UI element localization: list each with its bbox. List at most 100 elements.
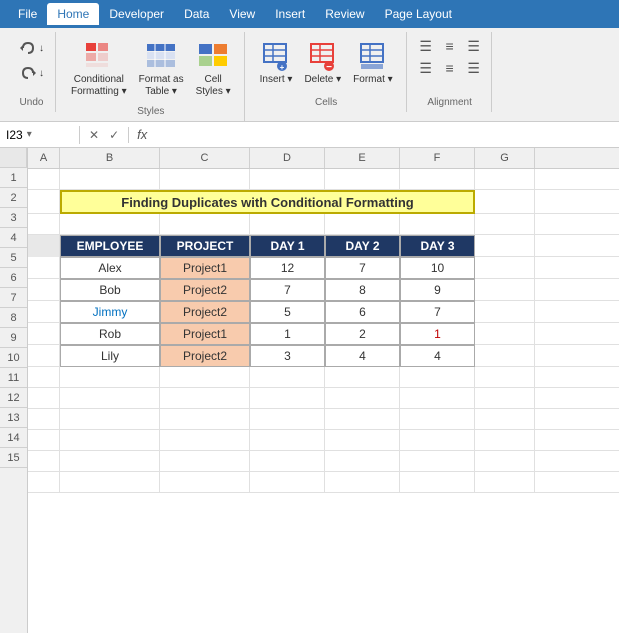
col-g[interactable]: G bbox=[475, 148, 535, 168]
cell-g15[interactable] bbox=[475, 472, 535, 492]
cell-e11[interactable] bbox=[325, 388, 400, 408]
col-e[interactable]: E bbox=[325, 148, 400, 168]
cell-project-bob[interactable]: Project2 bbox=[160, 279, 250, 301]
cell-g11[interactable] bbox=[475, 388, 535, 408]
cell-d13[interactable] bbox=[250, 430, 325, 450]
menu-developer[interactable]: Developer bbox=[99, 3, 174, 25]
cell-g7[interactable] bbox=[475, 301, 535, 323]
cell-day3-bob[interactable]: 9 bbox=[400, 279, 475, 301]
cell-g4[interactable] bbox=[475, 235, 535, 257]
row-5[interactable]: 5 bbox=[0, 248, 27, 268]
cell-g8[interactable] bbox=[475, 323, 535, 345]
row-1[interactable]: 1 bbox=[0, 168, 27, 188]
cell-f12[interactable] bbox=[400, 409, 475, 429]
cell-e3[interactable] bbox=[325, 214, 400, 234]
row-6[interactable]: 6 bbox=[0, 268, 27, 288]
cell-c14[interactable] bbox=[160, 451, 250, 471]
row-11[interactable]: 11 bbox=[0, 368, 27, 388]
cell-g2[interactable] bbox=[475, 190, 535, 214]
cell-employee-rob[interactable]: Rob bbox=[60, 323, 160, 345]
cell-e14[interactable] bbox=[325, 451, 400, 471]
cell-f15[interactable] bbox=[400, 472, 475, 492]
header-project[interactable]: PROJECT bbox=[160, 235, 250, 257]
cell-f10[interactable] bbox=[400, 367, 475, 387]
header-day1[interactable]: DAY 1 bbox=[250, 235, 325, 257]
align-center-button[interactable]: ≡ bbox=[439, 58, 461, 78]
formula-input[interactable] bbox=[155, 128, 619, 142]
cell-c13[interactable] bbox=[160, 430, 250, 450]
menu-page-layout[interactable]: Page Layout bbox=[375, 3, 462, 25]
row-3[interactable]: 3 bbox=[0, 208, 27, 228]
cell-b15[interactable] bbox=[60, 472, 160, 492]
col-c[interactable]: C bbox=[160, 148, 250, 168]
cell-f11[interactable] bbox=[400, 388, 475, 408]
cell-d14[interactable] bbox=[250, 451, 325, 471]
cell-f13[interactable] bbox=[400, 430, 475, 450]
cell-project-jimmy[interactable]: Project2 bbox=[160, 301, 250, 323]
cell-b1[interactable] bbox=[60, 169, 160, 189]
cell-day1-bob[interactable]: 7 bbox=[250, 279, 325, 301]
cell-a3[interactable] bbox=[28, 214, 60, 234]
menu-view[interactable]: View bbox=[219, 3, 265, 25]
cell-b12[interactable] bbox=[60, 409, 160, 429]
cell-employee-alex[interactable]: Alex bbox=[60, 257, 160, 279]
row-15[interactable]: 15 bbox=[0, 448, 27, 468]
cell-a12[interactable] bbox=[28, 409, 60, 429]
cell-day1-jimmy[interactable]: 5 bbox=[250, 301, 325, 323]
cell-employee-lily[interactable]: Lily bbox=[60, 345, 160, 367]
cell-g9[interactable] bbox=[475, 345, 535, 367]
cell-a9[interactable] bbox=[28, 345, 60, 367]
cell-f14[interactable] bbox=[400, 451, 475, 471]
cell-day3-rob[interactable]: 1 bbox=[400, 323, 475, 345]
cell-c12[interactable] bbox=[160, 409, 250, 429]
cell-g6[interactable] bbox=[475, 279, 535, 301]
row-8[interactable]: 8 bbox=[0, 308, 27, 328]
row-7[interactable]: 7 bbox=[0, 288, 27, 308]
cell-a2[interactable] bbox=[28, 190, 60, 214]
cell-e12[interactable] bbox=[325, 409, 400, 429]
cell-c10[interactable] bbox=[160, 367, 250, 387]
undo-button[interactable]: ↓ bbox=[14, 36, 49, 60]
cell-g1[interactable] bbox=[475, 169, 535, 189]
cell-day3-jimmy[interactable]: 7 bbox=[400, 301, 475, 323]
header-employee[interactable]: EMPLOYEE bbox=[60, 235, 160, 257]
cell-d12[interactable] bbox=[250, 409, 325, 429]
cell-employee-bob[interactable]: Bob bbox=[60, 279, 160, 301]
cell-c3[interactable] bbox=[160, 214, 250, 234]
cell-day2-lily[interactable]: 4 bbox=[325, 345, 400, 367]
cell-b14[interactable] bbox=[60, 451, 160, 471]
col-d[interactable]: D bbox=[250, 148, 325, 168]
cell-e13[interactable] bbox=[325, 430, 400, 450]
cell-day1-rob[interactable]: 1 bbox=[250, 323, 325, 345]
cell-day3-alex[interactable]: 10 bbox=[400, 257, 475, 279]
menu-file[interactable]: File bbox=[8, 3, 47, 25]
row-10[interactable]: 10 bbox=[0, 348, 27, 368]
cell-a1[interactable] bbox=[28, 169, 60, 189]
cell-a6[interactable] bbox=[28, 279, 60, 301]
cell-g3[interactable] bbox=[475, 214, 535, 234]
row-9[interactable]: 9 bbox=[0, 328, 27, 348]
cell-c11[interactable] bbox=[160, 388, 250, 408]
row-4[interactable]: 4 bbox=[0, 228, 27, 248]
cell-f1[interactable] bbox=[400, 169, 475, 189]
formula-cancel-icon[interactable]: ✕ bbox=[86, 127, 102, 143]
cell-a15[interactable] bbox=[28, 472, 60, 492]
cell-d3[interactable] bbox=[250, 214, 325, 234]
cell-a7[interactable] bbox=[28, 301, 60, 323]
cell-e10[interactable] bbox=[325, 367, 400, 387]
header-day2[interactable]: DAY 2 bbox=[325, 235, 400, 257]
cell-a11[interactable] bbox=[28, 388, 60, 408]
cell-c1[interactable] bbox=[160, 169, 250, 189]
cell-a13[interactable] bbox=[28, 430, 60, 450]
cell-employee-jimmy[interactable]: Jimmy bbox=[60, 301, 160, 323]
col-f[interactable]: F bbox=[400, 148, 475, 168]
cell-b13[interactable] bbox=[60, 430, 160, 450]
row-12[interactable]: 12 bbox=[0, 388, 27, 408]
menu-insert[interactable]: Insert bbox=[265, 3, 315, 25]
delete-button[interactable]: − Delete ▾ bbox=[299, 36, 346, 90]
cell-day1-alex[interactable]: 12 bbox=[250, 257, 325, 279]
cell-project-alex[interactable]: Project1 bbox=[160, 257, 250, 279]
align-top-left-button[interactable]: ☰ bbox=[415, 36, 437, 56]
col-b[interactable]: B bbox=[60, 148, 160, 168]
row-13[interactable]: 13 bbox=[0, 408, 27, 428]
